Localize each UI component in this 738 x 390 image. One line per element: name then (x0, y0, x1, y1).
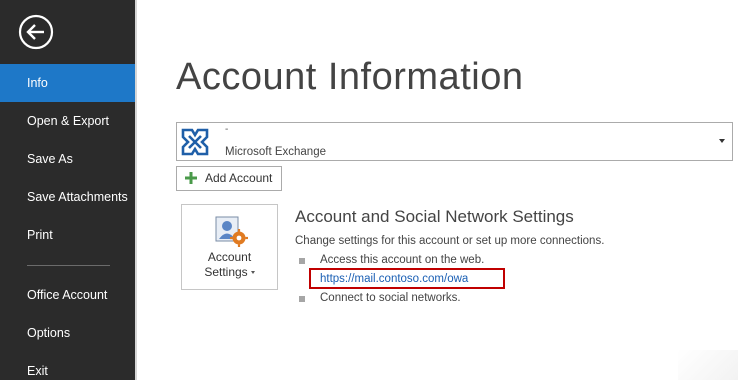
plus-icon (185, 172, 197, 184)
corner-shade (678, 350, 738, 380)
page-title: Account Information (176, 56, 524, 98)
nav-item-office-account[interactable]: Office Account (0, 276, 135, 314)
nav-item-options[interactable]: Options (0, 314, 135, 352)
account-settings-label: Account Settings (182, 250, 277, 280)
nav-separator (27, 265, 110, 266)
nav-item-print[interactable]: Print (0, 216, 135, 254)
bullet-icon (299, 296, 305, 302)
account-name: - (225, 124, 229, 135)
account-settings-icon (215, 216, 248, 247)
back-button[interactable] (17, 13, 55, 51)
account-settings-button[interactable]: Account Settings (181, 204, 278, 290)
caret-down-icon (250, 271, 255, 275)
account-type: Microsoft Exchange (225, 146, 326, 158)
nav-item-exit[interactable]: Exit (0, 352, 135, 390)
bullet-connect-social: Connect to social networks. (320, 292, 461, 304)
sidebar-divider (135, 0, 137, 380)
owa-link[interactable]: https://mail.contoso.com/owa (320, 273, 468, 285)
nav-item-info[interactable]: Info (0, 64, 135, 102)
section-description: Change settings for this account or set … (295, 235, 605, 247)
add-account-button[interactable]: Add Account (176, 166, 282, 191)
back-arrow-icon (18, 14, 54, 50)
chevron-down-icon (719, 139, 725, 143)
bullet-access-web: Access this account on the web. (320, 254, 485, 266)
add-account-label: Add Account (205, 171, 273, 185)
bullet-icon (299, 258, 305, 264)
backstage-sidebar: Info Open & Export Save As Save Attachme… (0, 0, 135, 380)
account-settings-line1: Account (207, 250, 252, 264)
nav-item-save-as[interactable]: Save As (0, 140, 135, 178)
exchange-icon (181, 128, 209, 156)
section-heading: Account and Social Network Settings (295, 207, 574, 226)
account-settings-line2: Settings (204, 265, 248, 279)
account-selector[interactable]: - Microsoft Exchange (176, 122, 733, 161)
nav-item-save-attachments[interactable]: Save Attachments (0, 178, 135, 216)
nav-item-open-export[interactable]: Open & Export (0, 102, 135, 140)
